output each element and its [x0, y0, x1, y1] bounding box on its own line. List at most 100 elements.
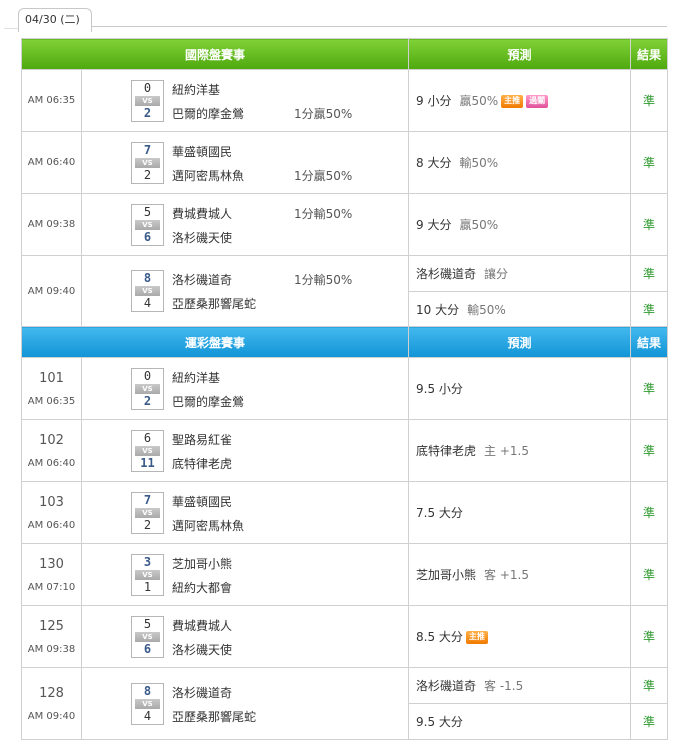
- score-away: 0: [143, 80, 152, 95]
- team-home-name: 邁阿密馬林魚: [172, 518, 245, 533]
- score-home: 2: [143, 105, 152, 120]
- score-home: 4: [143, 708, 152, 723]
- matchup: 7 VS 2 華盛頓國民邁阿密馬林魚: [82, 484, 408, 542]
- time-cell: 130 AM 07:10: [21, 543, 82, 606]
- score-home: 2: [143, 393, 152, 408]
- matchup-cell: 7 VS 2 華盛頓國民 邁阿密馬林魚 1分贏50%: [80, 131, 410, 194]
- matchup-cell: 0 VS 2 紐約洋基 巴爾的摩金鶯 1分贏50%: [80, 69, 410, 132]
- score-box: 5 VS 6: [131, 203, 164, 246]
- prediction-cell: 9 小分 贏50% 主推 過關: [408, 69, 632, 132]
- score-box: 8 VS 4: [131, 682, 164, 725]
- matchup: 5 VS 6 費城費城人 洛杉磯天使: [82, 608, 408, 666]
- divider-left: [4, 28, 18, 29]
- matchup: 0 VS 2 紐約洋基 巴爾的摩金鶯: [82, 360, 408, 418]
- result-cell: 準: [630, 419, 669, 482]
- game-number: 128: [39, 685, 64, 701]
- score-home: 1: [143, 579, 152, 594]
- game-number: 130: [39, 556, 64, 572]
- matchup-cell: 8 VS 4 洛杉磯道奇亞歷桑那響尾蛇: [80, 667, 410, 740]
- score-home: 2: [143, 517, 152, 532]
- time-cell: AM 06:40: [21, 131, 82, 194]
- matchup-cell: 5 VS 6 費城費城人 洛杉磯天使 1分輸50%: [80, 193, 410, 256]
- team-away-name: 紐約洋基: [172, 82, 221, 97]
- vs-label: VS: [135, 698, 160, 709]
- result-cell: 準: [630, 255, 669, 292]
- game-row: 103 AM 06:40 7 VS 2 華盛頓國民 邁阿密馬林魚 7.5 大分 準: [21, 481, 669, 544]
- prediction-cell: 底特律老虎主 +1.5: [408, 419, 632, 482]
- prediction-pick: 9.5 大分: [416, 715, 463, 729]
- time-cell: AM 06:35: [21, 69, 82, 132]
- vs-label: VS: [135, 507, 160, 518]
- result-label: 準: [643, 156, 656, 170]
- result-label: 準: [643, 218, 656, 232]
- game-row: 128 AM 09:40 8 VS 4 洛杉磯道奇 亞歷桑那響尾蛇 洛杉磯道奇客 -1.5 準: [21, 667, 669, 740]
- handicap-text: 1分贏50%: [294, 168, 353, 183]
- handicap-text: 1分輸50%: [294, 206, 353, 221]
- team-home-name: 亞歷桑那響尾蛇: [172, 709, 257, 724]
- top-pick-badge: 主推: [465, 631, 488, 644]
- matchup-cell: 3 VS 1 芝加哥小熊 紐約大都會: [80, 543, 410, 606]
- score-box: 5 VS 6: [131, 615, 164, 658]
- game-time: AM 09:38: [27, 643, 76, 655]
- score-box: 8 VS 4: [131, 270, 164, 312]
- prediction-detail: 客 -1.5: [484, 679, 524, 693]
- game-time: AM 09:40: [27, 285, 76, 297]
- team-away-name: 洛杉磯道奇: [172, 685, 233, 700]
- team-away-name: 華盛頓國民: [172, 494, 233, 509]
- prediction-cell: 10 大分 輸50%: [408, 291, 632, 327]
- time-cell: 101 AM 06:35: [21, 357, 82, 420]
- result-cell: 準: [630, 605, 669, 668]
- result-label: 準: [643, 94, 656, 108]
- matchup: 8 VS 4 洛杉磯道奇亞歷桑那響尾蛇: [82, 675, 408, 733]
- score-away: 7: [143, 142, 152, 157]
- intl-section-title: 國際盤賽事: [20, 38, 410, 70]
- prediction-pick: 9 小分: [416, 94, 452, 108]
- score-box: 3 VS 1: [131, 553, 164, 596]
- lottery-result-header: 結果: [630, 326, 669, 358]
- matchup: 8 VS 4 洛杉磯道奇 亞歷桑那響尾蛇 1分輸50%: [82, 262, 408, 320]
- matchup-cell: 6 VS 11 聖路易紅雀 底特律老虎: [80, 419, 410, 482]
- team-away-name: 費城費城人: [172, 206, 233, 221]
- score-away: 7: [143, 492, 152, 507]
- time-cell: 102 AM 06:40: [21, 419, 82, 482]
- result-cell: 準: [630, 193, 669, 256]
- lottery-header-row: 運彩盤賽事 預測 結果: [20, 326, 669, 358]
- result-label: 準: [643, 444, 656, 458]
- matchup-cell: 7 VS 2 華盛頓國民邁阿密馬林魚: [80, 481, 410, 544]
- matchup: 7 VS 2 華盛頓國民 邁阿密馬林魚 1分贏50%: [82, 134, 408, 192]
- result-label: 準: [643, 679, 656, 693]
- team-home-name: 亞歷桑那響尾蛇: [172, 297, 257, 311]
- game-time: AM 06:35: [27, 95, 76, 106]
- prediction-cell: 8 大分 輸50%: [408, 131, 632, 194]
- intl-prediction-header: 預測: [408, 38, 632, 70]
- matchup-cell: 8 VS 4 洛杉磯道奇 亞歷桑那響尾蛇 1分輸50%: [80, 255, 410, 327]
- prediction-pick: 7.5 大分: [416, 506, 463, 520]
- matchup: 6 VS 11 聖路易紅雀 底特律老虎: [82, 422, 408, 480]
- score-away: 0: [143, 368, 152, 383]
- team-away-name: 華盛頓國民: [172, 144, 233, 159]
- prediction-pick: 9.5 小分: [416, 382, 463, 396]
- game-row: 125 AM 09:38 5 VS 6 費城費城人 洛杉磯天使 8.5 大分 主推準: [21, 605, 669, 668]
- result-label: 準: [643, 568, 656, 582]
- prediction-pick: 9 大分: [416, 218, 452, 232]
- team-home-name: 洛杉磯天使: [172, 642, 233, 657]
- team-away-name: 洛杉磯道奇: [172, 273, 233, 287]
- game-time: AM 09:38: [27, 219, 76, 230]
- team-home-name: 巴爾的摩金鶯: [172, 106, 245, 121]
- date-tab[interactable]: 04/30 (二): [18, 8, 92, 32]
- prediction-detail: 輸50%: [467, 302, 506, 317]
- prediction-cell: 芝加哥小熊客 +1.5: [408, 543, 632, 606]
- result-cell: 準: [630, 543, 669, 606]
- game-row: 101 AM 06:35 0 VS 2 紐約洋基 巴爾的摩金鶯 9.5 小分 準: [21, 357, 669, 420]
- game-time: AM 07:10: [27, 581, 76, 593]
- team-home-name: 巴爾的摩金鶯: [172, 394, 245, 409]
- lottery-section-title: 運彩盤賽事: [20, 326, 410, 358]
- score-home: 4: [143, 296, 152, 310]
- prediction-pick: 底特律老虎: [416, 444, 477, 458]
- result-label: 準: [643, 630, 656, 644]
- prediction-pick: 洛杉磯道奇: [416, 679, 477, 693]
- team-away-name: 紐約洋基: [172, 370, 221, 385]
- score-home: 11: [140, 455, 155, 470]
- game-time: AM 06:40: [27, 457, 76, 469]
- score-box: 7 VS 2: [131, 491, 164, 534]
